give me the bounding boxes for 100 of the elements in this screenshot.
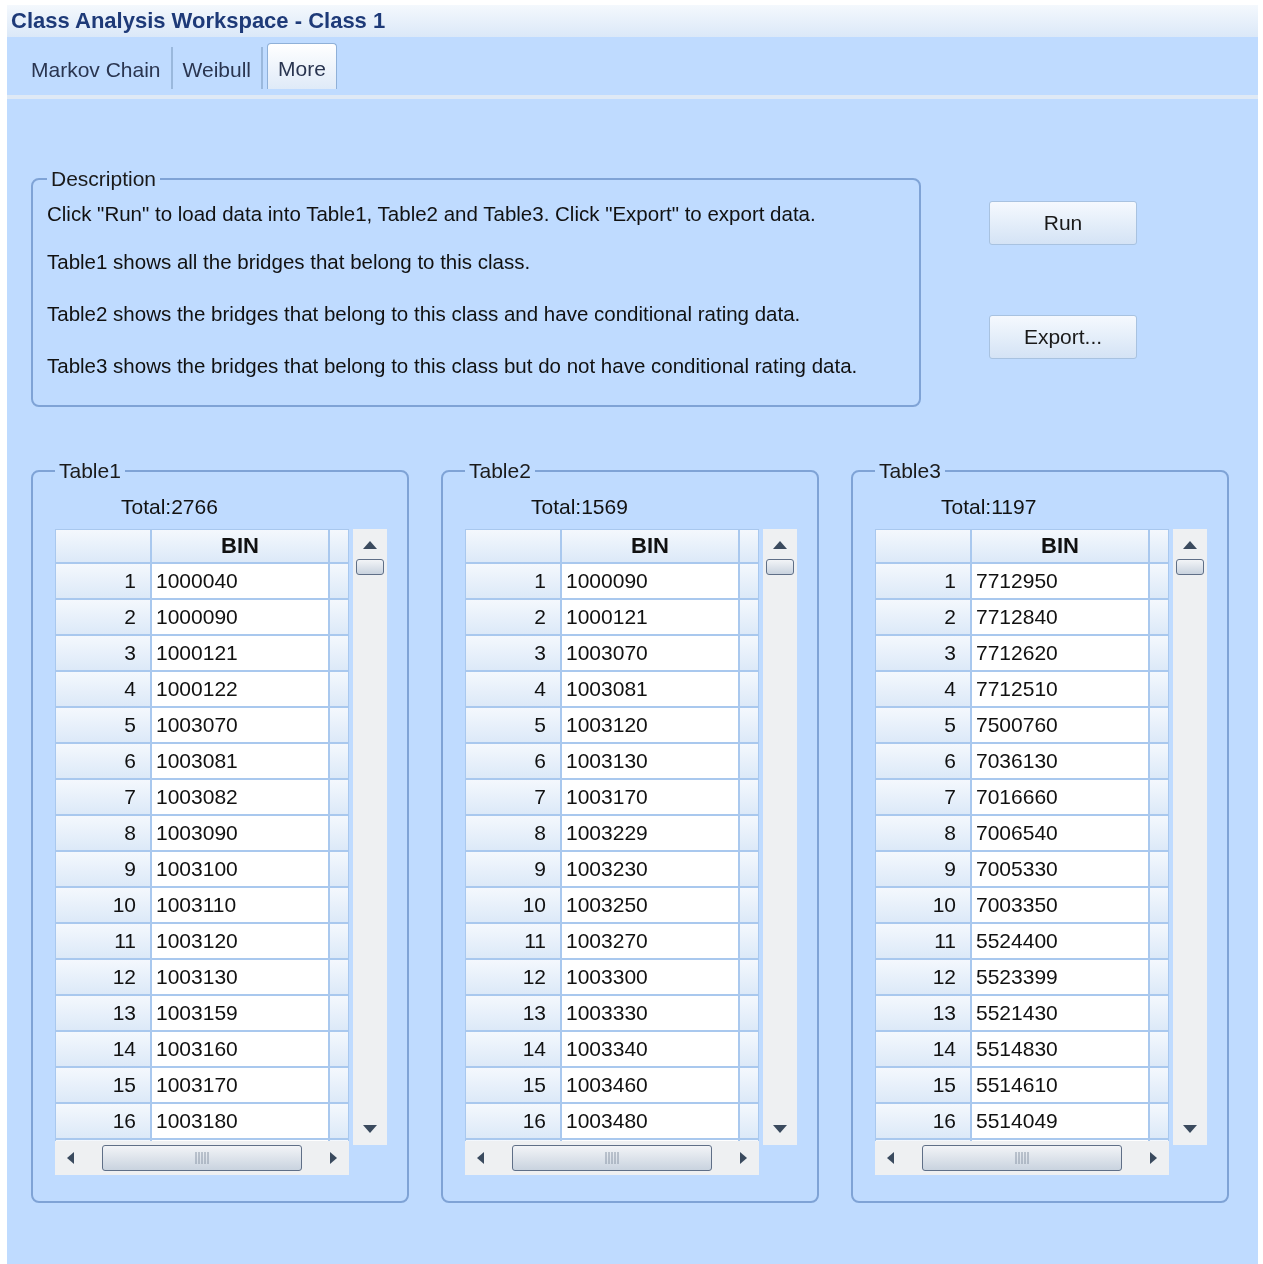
row-header[interactable]: 1: [55, 563, 151, 599]
row-header[interactable]: 6: [875, 743, 971, 779]
scroll-thumb[interactable]: [512, 1145, 712, 1171]
table-cell: [739, 923, 759, 959]
row-header[interactable]: 6: [55, 743, 151, 779]
horizontal-scrollbar[interactable]: [55, 1141, 349, 1175]
table-cell: 1003090: [151, 815, 329, 851]
row-header[interactable]: 10: [55, 887, 151, 923]
right-arrow-icon[interactable]: [329, 1152, 337, 1164]
row-header[interactable]: 14: [875, 1031, 971, 1067]
table-cell: [1149, 1031, 1169, 1067]
column-header: [1149, 529, 1169, 563]
row-header[interactable]: 3: [875, 635, 971, 671]
group-legend: Table1: [55, 459, 125, 483]
table-cell: [1149, 671, 1169, 707]
row-header[interactable]: 2: [465, 599, 561, 635]
column-header[interactable]: BIN: [971, 529, 1149, 563]
up-arrow-icon[interactable]: [1183, 541, 1197, 549]
column-header[interactable]: BIN: [561, 529, 739, 563]
up-arrow-icon[interactable]: [773, 541, 787, 549]
row-header[interactable]: 16: [875, 1103, 971, 1139]
row-header[interactable]: 2: [875, 599, 971, 635]
vertical-scrollbar[interactable]: [763, 529, 797, 1145]
table-cell: [739, 1067, 759, 1103]
row-header[interactable]: 2: [55, 599, 151, 635]
down-arrow-icon[interactable]: [363, 1125, 377, 1133]
row-header[interactable]: 8: [465, 815, 561, 851]
table-cell: 1003130: [561, 743, 739, 779]
run-button[interactable]: Run: [989, 201, 1137, 245]
row-header[interactable]: 4: [465, 671, 561, 707]
row-header[interactable]: 13: [465, 995, 561, 1031]
row-header[interactable]: 14: [55, 1031, 151, 1067]
scroll-thumb[interactable]: [356, 559, 384, 575]
row-header[interactable]: 8: [55, 815, 151, 851]
row-header[interactable]: 14: [465, 1031, 561, 1067]
table-cell: [329, 671, 349, 707]
row-header[interactable]: 1: [465, 563, 561, 599]
row-header[interactable]: 11: [55, 923, 151, 959]
up-arrow-icon[interactable]: [363, 541, 377, 549]
row-header[interactable]: 7: [465, 779, 561, 815]
row-header[interactable]: 7: [875, 779, 971, 815]
table-cell: [1149, 563, 1169, 599]
row-header[interactable]: 9: [55, 851, 151, 887]
row-header[interactable]: 12: [465, 959, 561, 995]
horizontal-scrollbar[interactable]: [875, 1141, 1169, 1175]
vertical-scrollbar[interactable]: [1173, 529, 1207, 1145]
scroll-thumb[interactable]: [1176, 559, 1204, 575]
down-arrow-icon[interactable]: [1183, 1125, 1197, 1133]
right-arrow-icon[interactable]: [739, 1152, 747, 1164]
scroll-thumb[interactable]: [922, 1145, 1122, 1171]
row-header[interactable]: 4: [875, 671, 971, 707]
table-cell: 1003300: [561, 959, 739, 995]
left-arrow-icon[interactable]: [887, 1152, 895, 1164]
row-header[interactable]: 5: [875, 707, 971, 743]
right-arrow-icon[interactable]: [1149, 1152, 1157, 1164]
table-cell: [739, 959, 759, 995]
row-header[interactable]: 15: [55, 1067, 151, 1103]
grip-icon: [605, 1152, 619, 1164]
row-header[interactable]: 13: [875, 995, 971, 1031]
table-cell: 7500760: [971, 707, 1149, 743]
left-arrow-icon[interactable]: [477, 1152, 485, 1164]
table-cell: [739, 671, 759, 707]
row-header[interactable]: 3: [465, 635, 561, 671]
row-header[interactable]: 15: [875, 1067, 971, 1103]
row-header[interactable]: 16: [55, 1103, 151, 1139]
tab[interactable]: More: [267, 43, 337, 89]
row-header[interactable]: 6: [465, 743, 561, 779]
horizontal-scrollbar[interactable]: [465, 1141, 759, 1175]
row-header[interactable]: 15: [465, 1067, 561, 1103]
row-header[interactable]: 7: [55, 779, 151, 815]
row-header[interactable]: 8: [875, 815, 971, 851]
row-header[interactable]: 5: [55, 707, 151, 743]
left-arrow-icon[interactable]: [67, 1152, 75, 1164]
row-header[interactable]: 9: [875, 851, 971, 887]
table-cell: 1003270: [561, 923, 739, 959]
row-header[interactable]: 5: [465, 707, 561, 743]
export-button[interactable]: Export...: [989, 315, 1137, 359]
scroll-thumb[interactable]: [102, 1145, 302, 1171]
row-header[interactable]: 4: [55, 671, 151, 707]
row-header[interactable]: 10: [875, 887, 971, 923]
table-cell: [739, 815, 759, 851]
row-header[interactable]: 10: [465, 887, 561, 923]
row-header[interactable]: 1: [875, 563, 971, 599]
column-header[interactable]: BIN: [151, 529, 329, 563]
row-header[interactable]: 3: [55, 635, 151, 671]
row-header[interactable]: 12: [55, 959, 151, 995]
row-header[interactable]: 9: [465, 851, 561, 887]
tab[interactable]: Markov Chain: [21, 47, 173, 89]
row-header[interactable]: 11: [465, 923, 561, 959]
down-arrow-icon[interactable]: [773, 1125, 787, 1133]
table-cell: [1149, 923, 1169, 959]
row-header[interactable]: 11: [875, 923, 971, 959]
row-header[interactable]: 12: [875, 959, 971, 995]
row-header[interactable]: 13: [55, 995, 151, 1031]
tab[interactable]: Weibull: [172, 47, 264, 89]
vertical-scrollbar[interactable]: [353, 529, 387, 1145]
row-header[interactable]: 16: [465, 1103, 561, 1139]
table-cell: 7005330: [971, 851, 1149, 887]
scroll-thumb[interactable]: [766, 559, 794, 575]
table-cell: 1000121: [561, 599, 739, 635]
